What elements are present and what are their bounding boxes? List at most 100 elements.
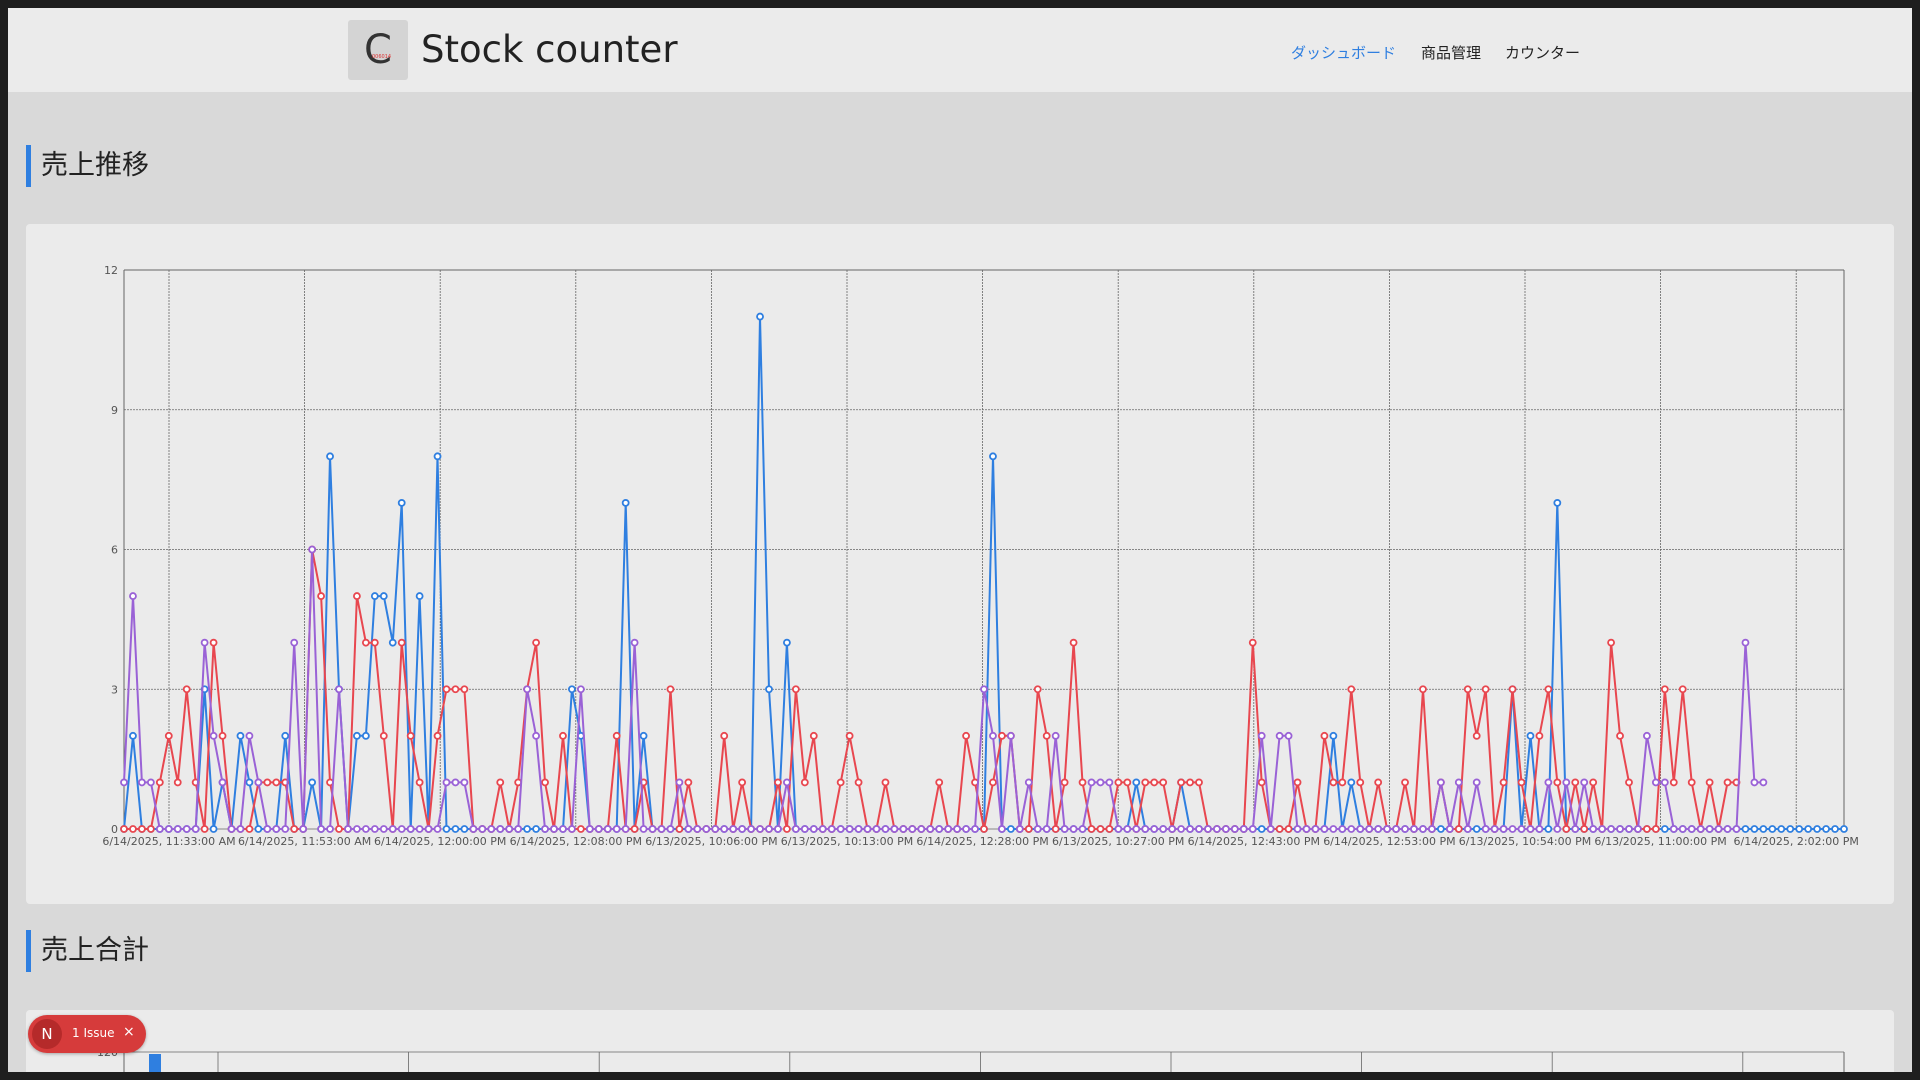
data-point[interactable] (729, 825, 738, 833)
data-point[interactable] (1607, 638, 1615, 647)
data-point[interactable] (881, 825, 890, 833)
data-point[interactable] (845, 731, 854, 740)
data-point[interactable] (1410, 825, 1418, 833)
data-point[interactable] (1123, 825, 1132, 833)
data-point[interactable] (1544, 685, 1553, 694)
data-point[interactable] (1159, 778, 1168, 787)
data-point[interactable] (1660, 778, 1669, 787)
data-point[interactable] (1374, 778, 1383, 787)
data-point[interactable] (639, 825, 648, 833)
data-point[interactable] (1230, 825, 1239, 833)
data-point[interactable] (1257, 731, 1266, 740)
data-point[interactable] (308, 778, 317, 787)
data-point[interactable] (1553, 825, 1562, 833)
data-point[interactable] (1060, 825, 1069, 833)
data-point[interactable] (989, 452, 997, 461)
data-point[interactable] (433, 825, 442, 833)
data-point[interactable] (1795, 825, 1804, 833)
data-point[interactable] (1804, 825, 1813, 833)
data-point[interactable] (1105, 825, 1114, 833)
data-point[interactable] (200, 638, 209, 647)
data-point[interactable] (1580, 778, 1589, 787)
data-point[interactable] (1508, 685, 1517, 694)
data-point[interactable] (155, 825, 164, 833)
data-point[interactable] (451, 778, 460, 787)
data-point[interactable] (1329, 825, 1338, 833)
data-point[interactable] (1105, 778, 1114, 787)
data-point[interactable] (1643, 825, 1651, 833)
data-point[interactable] (200, 825, 209, 833)
data-point[interactable] (1069, 638, 1078, 647)
data-point[interactable] (281, 731, 290, 740)
data-point[interactable] (1472, 778, 1481, 787)
data-point[interactable] (603, 825, 612, 833)
data-point[interactable] (684, 778, 693, 787)
data-point[interactable] (809, 731, 818, 740)
data-point[interactable] (1195, 825, 1203, 833)
data-point[interactable] (1831, 825, 1839, 833)
data-point[interactable] (872, 825, 881, 833)
close-icon[interactable]: × (123, 1024, 135, 1040)
data-point[interactable] (917, 825, 926, 833)
data-point[interactable] (1759, 825, 1768, 833)
data-point[interactable] (1607, 825, 1615, 833)
data-point[interactable] (791, 685, 800, 694)
data-point[interactable] (1311, 825, 1320, 833)
data-point[interactable] (146, 778, 155, 787)
data-point[interactable] (1150, 825, 1159, 833)
data-point[interactable] (1732, 825, 1741, 833)
data-point[interactable] (612, 825, 621, 833)
data-point[interactable] (1499, 825, 1508, 833)
data-point[interactable] (998, 825, 1006, 833)
data-point[interactable] (406, 825, 415, 833)
data-point[interactable] (639, 731, 648, 740)
data-point[interactable] (1472, 825, 1481, 833)
data-point[interactable] (1651, 778, 1660, 787)
data-point[interactable] (1840, 825, 1848, 833)
data-point[interactable] (1033, 825, 1042, 833)
data-point[interactable] (532, 638, 540, 647)
data-point[interactable] (1472, 731, 1481, 740)
data-point[interactable] (1320, 825, 1329, 833)
data-point[interactable] (1696, 825, 1705, 833)
data-point[interactable] (1508, 825, 1517, 833)
data-point[interactable] (989, 731, 997, 740)
data-point[interactable] (1436, 825, 1445, 833)
data-point[interactable] (379, 731, 388, 740)
data-point[interactable] (370, 592, 379, 600)
data-point[interactable] (1302, 825, 1311, 833)
app-logo[interactable]: C 006014 (348, 20, 408, 80)
data-point[interactable] (1705, 778, 1714, 787)
data-point[interactable] (1401, 778, 1409, 787)
data-point[interactable] (756, 825, 764, 833)
data-point[interactable] (388, 825, 397, 833)
data-point[interactable] (245, 778, 254, 787)
data-point[interactable] (361, 731, 370, 740)
data-point[interactable] (245, 825, 254, 833)
data-point[interactable] (1356, 825, 1365, 833)
data-point[interactable] (379, 825, 388, 833)
data-point[interactable] (962, 825, 970, 833)
data-point[interactable] (1284, 731, 1293, 740)
data-point[interactable] (1562, 825, 1571, 833)
data-point[interactable] (1069, 825, 1078, 833)
data-point[interactable] (1419, 825, 1427, 833)
data-point[interactable] (397, 638, 406, 647)
data-point[interactable] (774, 778, 782, 787)
data-point[interactable] (1051, 731, 1060, 740)
data-point[interactable] (648, 825, 657, 833)
data-point[interactable] (353, 825, 361, 833)
data-point[interactable] (1096, 825, 1105, 833)
data-point[interactable] (1445, 825, 1454, 833)
data-point[interactable] (1499, 778, 1508, 787)
data-point[interactable] (209, 825, 218, 833)
data-point[interactable] (1517, 825, 1526, 833)
data-point[interactable] (693, 825, 702, 833)
data-point[interactable] (1768, 825, 1777, 833)
data-point[interactable] (935, 778, 944, 787)
data-point[interactable] (1006, 731, 1015, 740)
data-point[interactable] (1428, 825, 1436, 833)
data-point[interactable] (155, 778, 164, 787)
data-point[interactable] (1651, 825, 1660, 833)
data-point[interactable] (1042, 825, 1051, 833)
